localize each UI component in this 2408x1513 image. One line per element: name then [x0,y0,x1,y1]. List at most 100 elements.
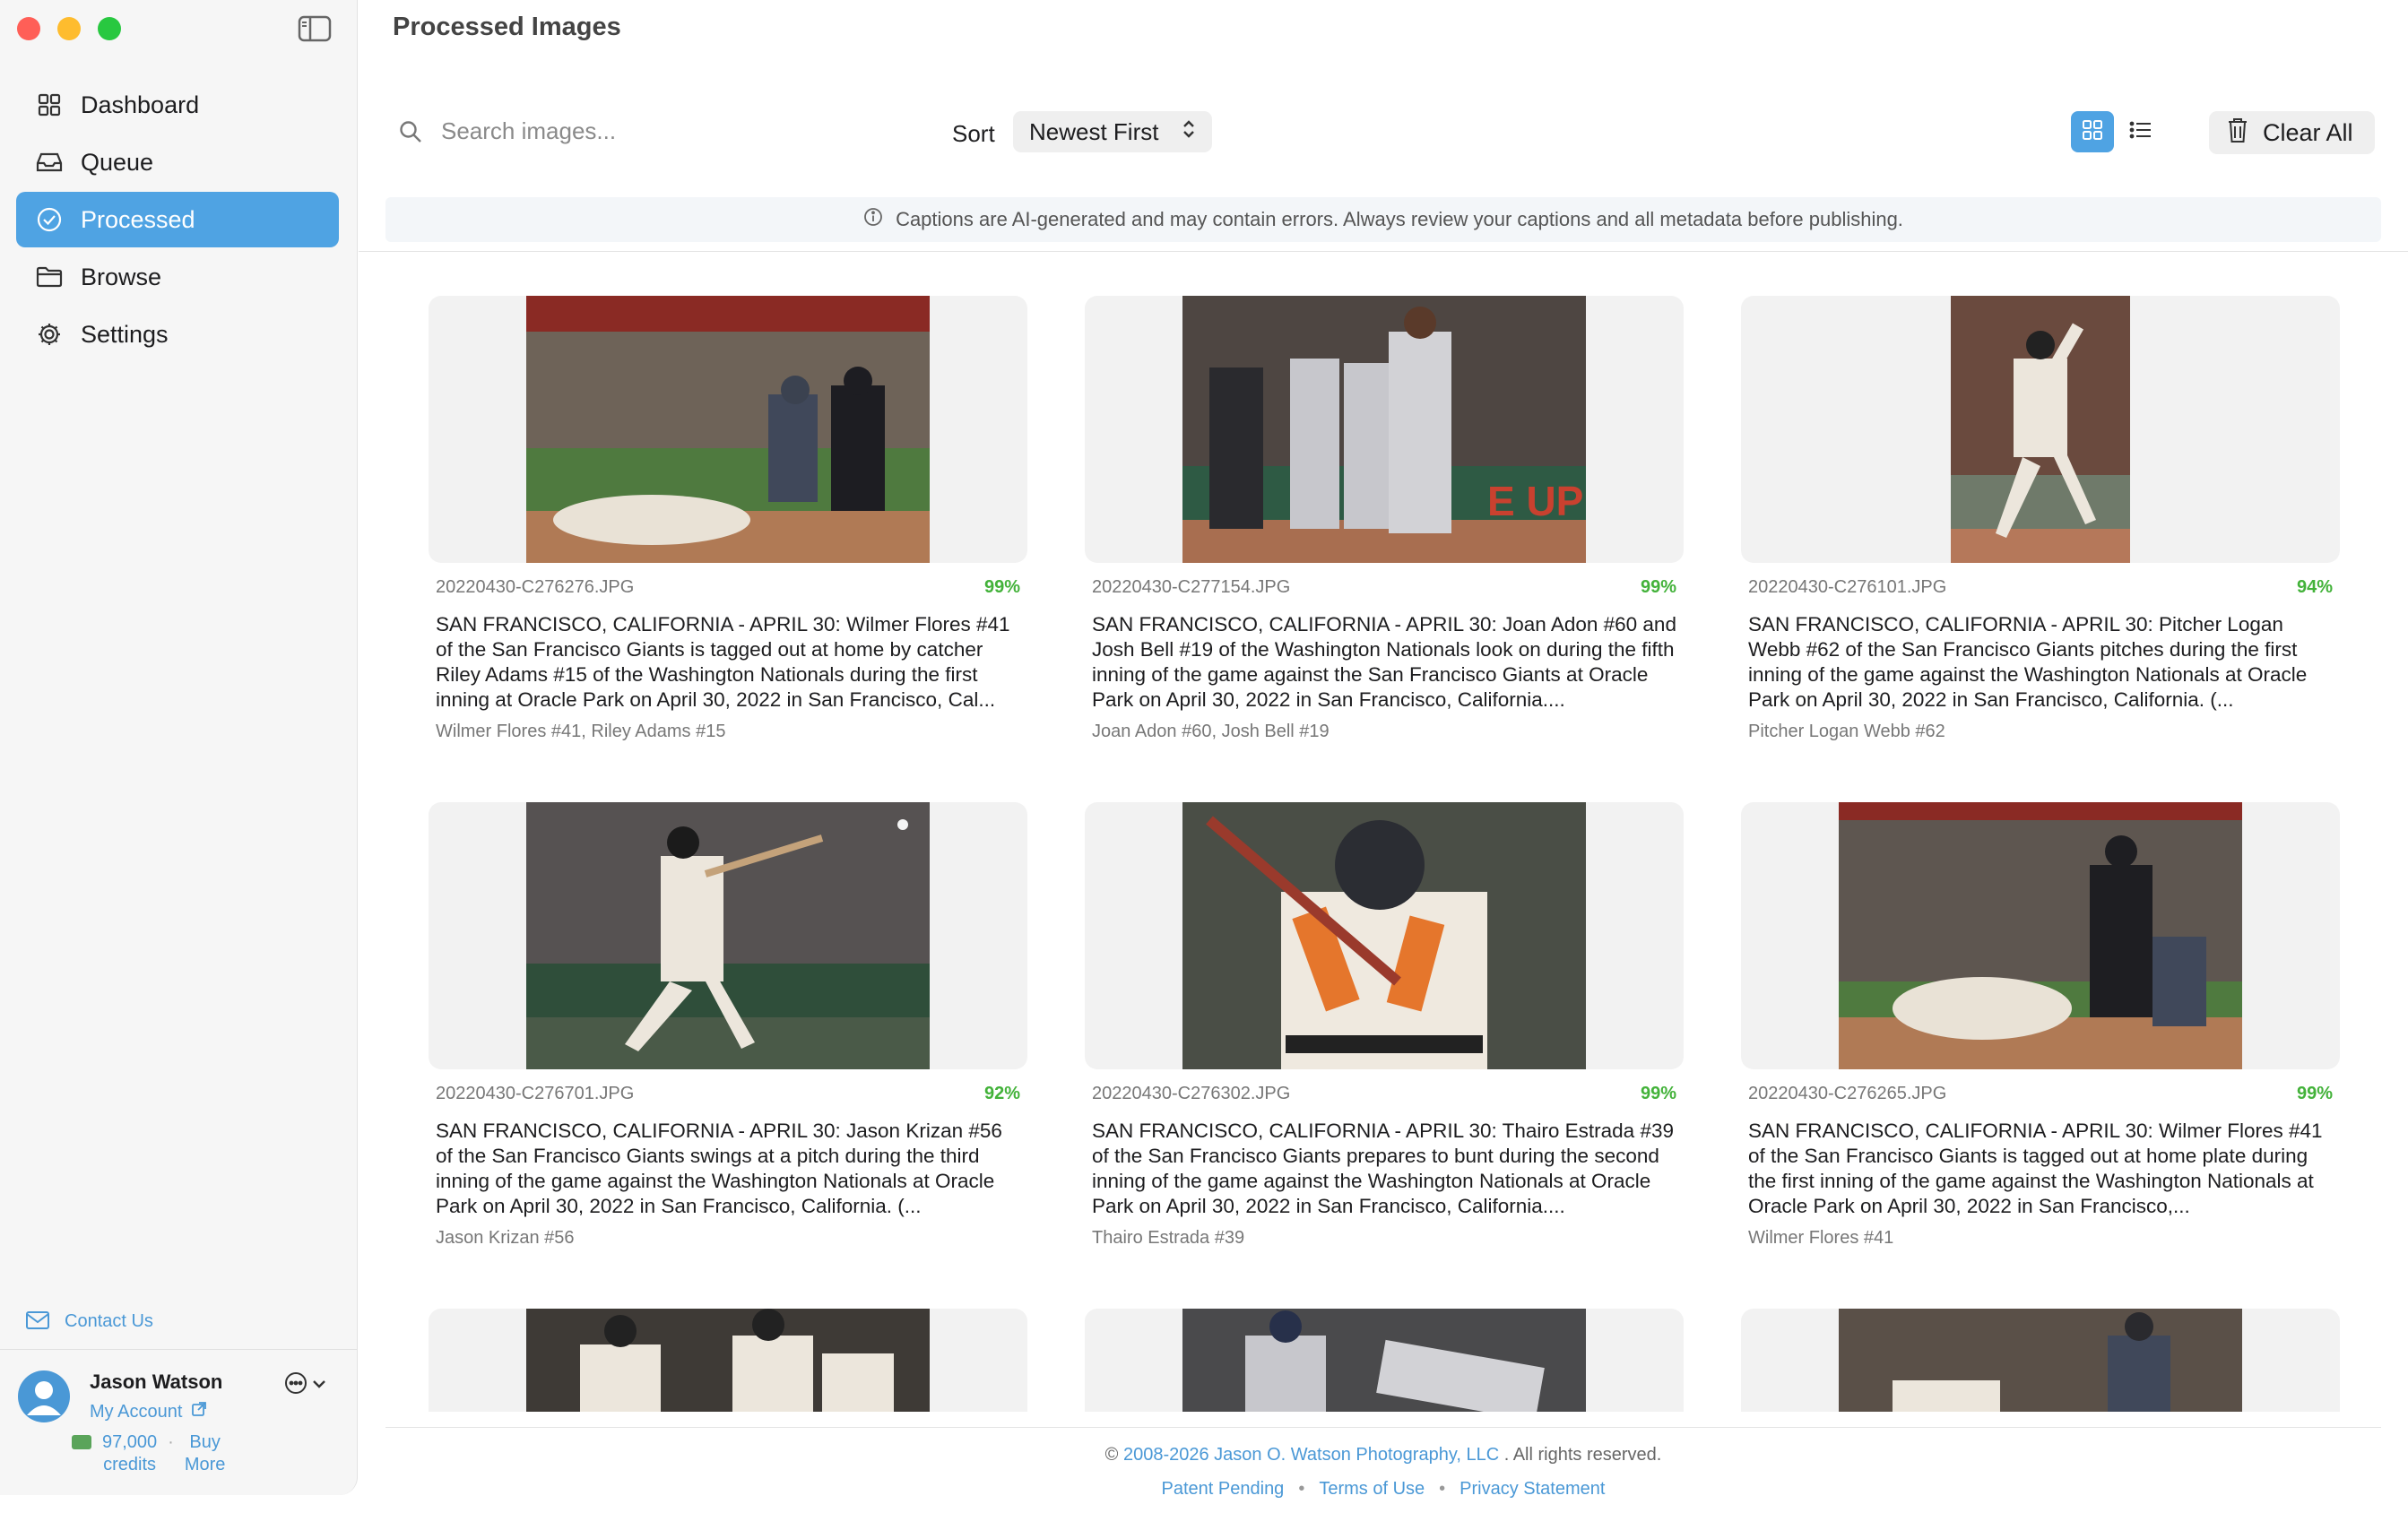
image-thumbnail[interactable] [1741,296,2340,563]
user-name: Jason Watson [90,1370,223,1393]
patent-pending-link[interactable]: Patent Pending [1162,1479,1285,1499]
folder-icon [36,264,63,290]
external-link-icon [191,1401,207,1422]
image-card[interactable]: 20220430-C276276.JPG 99% SAN FRANCISCO, … [429,296,1027,742]
photo-tagged-out-home [1839,802,2242,1069]
sidebar-item-queue[interactable]: Queue [16,134,339,190]
image-card[interactable] [429,1309,1027,1412]
privacy-statement-link[interactable]: Privacy Statement [1460,1479,1605,1499]
confidence-score: 92% [983,1084,1020,1103]
image-meta: 20220430-C276265.JPG 99% [1748,1084,2333,1104]
my-account-link[interactable]: My Account [90,1401,207,1422]
gear-icon [36,321,63,348]
confidence-score: 99% [1640,1084,1676,1103]
image-thumbnail[interactable] [429,296,1027,563]
image-caption: SAN FRANCISCO, CALIFORNIA - APRIL 30: Jo… [1092,613,1676,711]
avatar[interactable] [18,1370,70,1422]
photo-nationals-runner [1182,1309,1586,1412]
image-people: Wilmer Flores #41 [1748,1228,1894,1248]
search-input[interactable] [439,117,909,146]
clear-all-label: Clear All [2263,118,2353,146]
image-people: Jason Krizan #56 [436,1228,575,1248]
image-thumbnail[interactable] [1741,1309,2340,1412]
photo-pitcher-delivery [1951,296,2130,563]
image-card[interactable]: 20220430-C276302.JPG 99% SAN FRANCISCO, … [1085,802,1684,1249]
image-meta: 20220430-C276302.JPG 99% [1092,1084,1676,1104]
info-icon [863,207,883,232]
sidebar-item-label: Browse [81,263,162,290]
image-meta: 20220430-C276701.JPG 92% [436,1084,1020,1104]
confidence-score: 99% [983,577,1020,597]
photo-nationals-mound: E UP [1182,296,1586,563]
image-thumbnail[interactable]: E UP [1085,296,1684,563]
sidebar-item-label: Settings [81,320,169,348]
contact-us-label: Contact Us [65,1310,153,1331]
image-card[interactable]: 20220430-C276701.JPG 92% SAN FRANCISCO, … [429,802,1027,1249]
sort-select[interactable]: Newest First [1013,111,1213,152]
footer-links: Patent Pending • Terms of Use • Privacy Stat… [0,1479,2408,1500]
copyright: © 2008-2026 Jason O. Watson Photography,… [0,1445,2408,1465]
envelope-icon [25,1310,52,1332]
image-card[interactable]: 20220430-C276265.JPG 99% SAN FRANCISCO, … [1741,802,2340,1249]
image-thumbnail[interactable] [1085,1309,1684,1412]
confidence-score: 99% [2296,1084,2333,1103]
image-card[interactable] [1085,1309,1684,1412]
image-meta: 20220430-C276101.JPG 94% [1748,577,2333,598]
sidebar-toggle-icon[interactable] [298,15,332,42]
tray-icon [36,149,63,176]
clear-all-button[interactable]: Clear All [2209,111,2375,154]
photo-bunt-attempt [1182,802,1586,1069]
image-card[interactable]: E UP 20220430-C277154.JPG 99% SAN FRANCI… [1085,296,1684,742]
image-caption: SAN FRANCISCO, CALIFORNIA - APRIL 30: Pi… [1748,613,2308,711]
user-panel: Jason Watson My Account 97,000 credits ·… [18,1367,341,1483]
image-people: Wilmer Flores #41, Riley Adams #15 [436,722,726,741]
sidebar-divider [0,1349,357,1350]
footer-divider [385,1427,2381,1428]
confidence-score: 99% [1640,577,1676,597]
close-window-button[interactable] [17,17,40,40]
minimize-window-button[interactable] [57,17,81,40]
copyright-owner-link[interactable]: 2008-2026 Jason O. Watson Photography, L… [1123,1445,1499,1465]
terms-of-use-link[interactable]: Terms of Use [1319,1479,1425,1499]
sidebar-item-label: Dashboard [81,91,200,118]
copyright-symbol: © [1104,1445,1119,1465]
sidebar-item-label: Queue [81,148,154,176]
grid-view-button[interactable] [2071,111,2114,152]
image-thumbnail[interactable] [1085,802,1684,1069]
photo-crowd-play [1839,1309,2242,1412]
zoom-window-button[interactable] [98,17,121,40]
sidebar-item-settings[interactable]: Settings [16,307,339,362]
sidebar-item-processed[interactable]: Processed [16,192,339,247]
image-meta: 20220430-C277154.JPG 99% [1092,577,1676,598]
photo-batter-swing [526,802,930,1069]
image-filename: 20220430-C276276.JPG [436,577,635,597]
trash-icon [2227,117,2248,150]
sidebar-item-browse[interactable]: Browse [16,249,339,305]
image-card[interactable] [1741,1309,2340,1412]
image-filename: 20220430-C276265.JPG [1748,1084,1947,1103]
ai-notice-banner: Captions are AI-generated and may contai… [385,197,2381,242]
toolbar-divider [359,251,2408,252]
sidebar-item-dashboard[interactable]: Dashboard [16,77,339,133]
image-caption: SAN FRANCISCO, CALIFORNIA - APRIL 30: Ja… [436,1120,1002,1217]
image-grid: 20220430-C276276.JPG 99% SAN FRANCISCO, … [429,296,2340,1412]
footer-separator: • [1298,1479,1305,1499]
image-thumbnail[interactable] [429,1309,1027,1412]
user-menu-button[interactable] [283,1370,326,1400]
contact-us-link[interactable]: Contact Us [25,1310,153,1332]
window-controls [17,17,121,40]
image-card[interactable]: 20220430-C276101.JPG 94% SAN FRANCISCO, … [1741,296,2340,742]
image-caption: SAN FRANCISCO, CALIFORNIA - APRIL 30: Th… [1092,1120,1674,1217]
page-title: Processed Images [393,13,621,41]
image-thumbnail[interactable] [429,802,1027,1069]
photo-team-celebration [526,1309,930,1412]
rights-text: . All rights reserved. [1503,1445,1662,1465]
view-toggle [2071,111,2162,152]
image-filename: 20220430-C276101.JPG [1748,577,1947,597]
list-view-icon [2129,120,2152,144]
image-caption: SAN FRANCISCO, CALIFORNIA - APRIL 30: Wi… [436,613,1010,711]
image-thumbnail[interactable] [1741,802,2340,1069]
svg-text:E UP: E UP [1487,478,1583,524]
list-view-button[interactable] [2119,111,2162,152]
image-people: Joan Adon #60, Josh Bell #19 [1092,722,1330,741]
